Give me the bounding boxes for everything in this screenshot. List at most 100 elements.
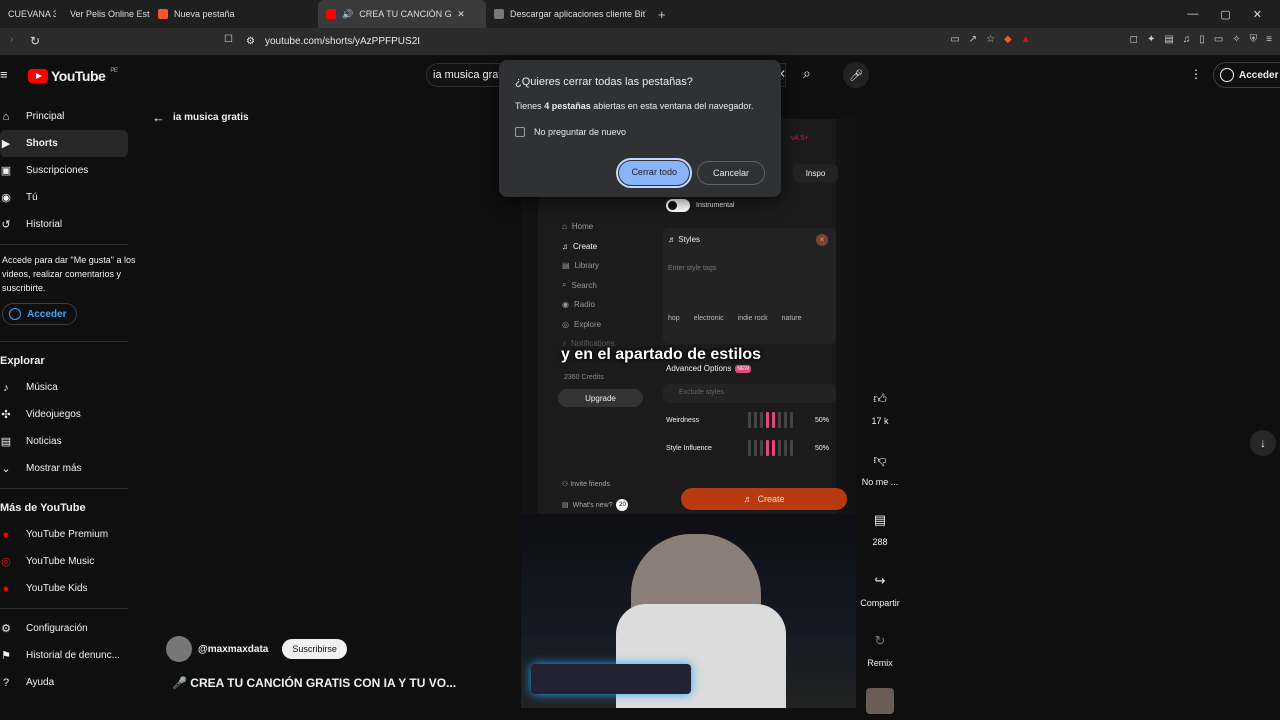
- close-window-icon[interactable]: ✕: [1253, 8, 1262, 21]
- menu-icon[interactable]: ≡: [1266, 34, 1272, 45]
- close-all-button[interactable]: Cerrar todo: [616, 158, 692, 188]
- tab-bittorrent[interactable]: Descargar aplicaciones cliente BitTorr: [486, 0, 654, 28]
- wallet-icon[interactable]: ▭: [1214, 34, 1223, 45]
- avatar[interactable]: [166, 636, 192, 662]
- like-button[interactable]: 👍︎ 17 k: [856, 385, 904, 446]
- sidebar-item-label: Configuración: [26, 623, 88, 634]
- sidebar-item-historial-denuncias[interactable]: ⚑ Historial de denunc...: [0, 642, 140, 669]
- hamburger-menu-icon[interactable]: ≡: [0, 67, 8, 82]
- youtube-kids-icon: ●: [2, 582, 10, 595]
- dialog-body-prefix: Tienes: [515, 101, 545, 111]
- sidebar-sign-in-button[interactable]: Acceder: [2, 303, 78, 325]
- flag-icon: ⚑: [1, 650, 11, 662]
- sidebar-item-suscripciones[interactable]: ▣ Suscripciones: [0, 157, 140, 184]
- tag-chip: nature: [781, 315, 802, 322]
- reload-icon[interactable]: ↻: [30, 34, 40, 48]
- dont-ask-checkbox[interactable]: No preguntar de nuevo: [515, 127, 765, 137]
- style-influence-slider: [748, 440, 793, 456]
- sound-thumbnail[interactable]: [866, 687, 894, 714]
- new-tab-button[interactable]: +: [654, 7, 666, 22]
- microphone-icon[interactable]: 🎤︎: [843, 62, 869, 88]
- sidebar-item-label: YouTube Premium: [26, 529, 109, 540]
- youtube-logo[interactable]: YouTube PE: [28, 68, 118, 84]
- tab-nueva[interactable]: Nueva pestaña: [150, 0, 318, 28]
- share-button[interactable]: ↪ Compartir: [856, 567, 904, 628]
- dislike-label: No me ...: [861, 476, 899, 487]
- video-nav-item: ◎ Explore: [562, 319, 602, 329]
- short-actions: 👍︎ 17 k 👎︎ No me ... ▤ 288 ↪ Compartir ↻ Remi…: [856, 385, 904, 714]
- sidebar-item-noticias[interactable]: ▤ Noticias: [0, 428, 140, 455]
- sidebar-item-configuracion[interactable]: ⚙ Configuración: [0, 615, 140, 642]
- star-icon[interactable]: ☆: [986, 34, 995, 45]
- shuffle-icon: ✕: [816, 234, 828, 246]
- sidebar-item-tu[interactable]: ◉ Tú: [0, 184, 140, 211]
- exclude-label: Exclude styles: [679, 389, 724, 396]
- styles-label: Styles: [678, 235, 701, 244]
- back-to-search[interactable]: ← ia musica gratis: [152, 110, 249, 125]
- address-field[interactable]: ⚙ youtube.com/shorts/yAzPPFPUS2I: [246, 32, 896, 51]
- cancel-button[interactable]: Cancelar: [696, 161, 765, 185]
- short-video-player[interactable]: v4.5+ Inspo ⌂ Home ♫ Create ▤ Library ⌕ …: [521, 119, 856, 708]
- sidebar-item-musica[interactable]: ♪ Música: [0, 374, 140, 401]
- sidebar-item-label: Suscripciones: [26, 165, 89, 176]
- minimize-icon[interactable]: —: [1187, 8, 1198, 21]
- more-youtube-heading: Más de YouTube: [0, 502, 86, 514]
- tab-ver-pelis[interactable]: Ver Pelis Online Estr: [56, 0, 150, 28]
- bookmark-icon[interactable]: ☐: [224, 34, 233, 45]
- invite-label: Invite friends: [570, 481, 610, 488]
- next-short-button[interactable]: ↓: [1250, 430, 1276, 456]
- video-nav-label: Home: [571, 222, 594, 232]
- media-icon[interactable]: ♫: [1183, 34, 1191, 45]
- tab-crea-cancion[interactable]: 🔊 CREA TU CANCIÓN GRAT ✕: [318, 0, 486, 28]
- sidebar-item-videojuegos[interactable]: ✣ Videojuegos: [0, 401, 140, 428]
- comment-count: 288: [872, 537, 888, 547]
- login-prompt: Accede para dar "Me gusta" a los videos,…: [2, 255, 136, 293]
- gaming-icon: ✣: [1, 409, 11, 421]
- tab-label: CREA TU CANCIÓN GRAT: [359, 9, 452, 19]
- comments-button[interactable]: ▤ 288: [856, 506, 904, 567]
- cast-icon[interactable]: ▭: [950, 34, 959, 45]
- brave-shields-icon[interactable]: ◆: [1004, 34, 1012, 45]
- video-title[interactable]: 🎤 CREA TU CANCIÓN GRATIS CON IA Y TU VO.…: [172, 676, 456, 690]
- window-controls: — ▢ ✕: [1187, 8, 1280, 21]
- subscribe-button[interactable]: Suscribirse: [282, 639, 347, 659]
- sidebar-item-shorts[interactable]: ▶ Shorts: [0, 130, 128, 157]
- sign-in-button[interactable]: Acceder: [1213, 62, 1280, 88]
- tab-cuevana[interactable]: CUEVANA 3: [0, 0, 56, 28]
- checkbox-icon: [515, 127, 525, 137]
- sidebar-item-principal[interactable]: ⌂ Principal: [0, 103, 140, 130]
- dialog-buttons: Cerrar todo Cancelar: [616, 158, 765, 188]
- sidebar-item-mostrar-mas[interactable]: ⌄ Mostrar más: [0, 455, 140, 482]
- site-info-icon[interactable]: ⚙: [246, 36, 255, 47]
- more-options-icon[interactable]: ⋮: [1190, 67, 1202, 81]
- explore-heading: Explorar: [0, 355, 45, 367]
- sidebar-item-youtube-music[interactable]: ◎ YouTube Music: [0, 548, 140, 575]
- sidebar-item-youtube-premium[interactable]: ● YouTube Premium: [0, 521, 140, 548]
- leo-icon[interactable]: ✧: [1232, 34, 1240, 45]
- speaker-icon[interactable]: 🔊: [342, 9, 353, 20]
- remix-button[interactable]: ↻ Remix: [856, 627, 904, 688]
- extension-icon[interactable]: ◻: [1130, 34, 1138, 45]
- sidebar-item-ayuda[interactable]: ? Ayuda: [0, 669, 140, 696]
- sidebar-toggle-icon[interactable]: ▤: [1164, 34, 1173, 45]
- channel-handle[interactable]: @maxmaxdata: [198, 644, 268, 655]
- sidebar-item-label: Shorts: [26, 138, 58, 149]
- rewards-icon[interactable]: ▲: [1021, 34, 1031, 45]
- close-tab-icon[interactable]: ✕: [457, 9, 465, 20]
- maximize-icon[interactable]: ▢: [1220, 8, 1230, 21]
- search-icon[interactable]: ⌕: [803, 65, 811, 82]
- sidebar-item-label: Principal: [26, 111, 65, 122]
- new-badge: NEW: [735, 364, 752, 373]
- advanced-options: Advanced Options NEW: [663, 364, 836, 373]
- reading-list-icon[interactable]: ▯: [1199, 34, 1205, 45]
- dislike-button[interactable]: 👎︎ No me ...: [856, 446, 904, 507]
- vpn-icon[interactable]: ⛨: [1250, 34, 1258, 45]
- forward-icon[interactable]: ›: [10, 34, 13, 45]
- share-page-icon[interactable]: ↗: [969, 34, 977, 45]
- invite-friends: ⚇ Invite friends: [562, 481, 610, 488]
- puzzle-icon[interactable]: ✦: [1147, 34, 1155, 45]
- sidebar-item-youtube-kids[interactable]: ● YouTube Kids: [0, 575, 140, 602]
- share-icon: ↪: [874, 572, 886, 588]
- like-count: 17 k: [871, 416, 889, 426]
- sidebar-item-historial[interactable]: ↺ Historial: [0, 211, 140, 238]
